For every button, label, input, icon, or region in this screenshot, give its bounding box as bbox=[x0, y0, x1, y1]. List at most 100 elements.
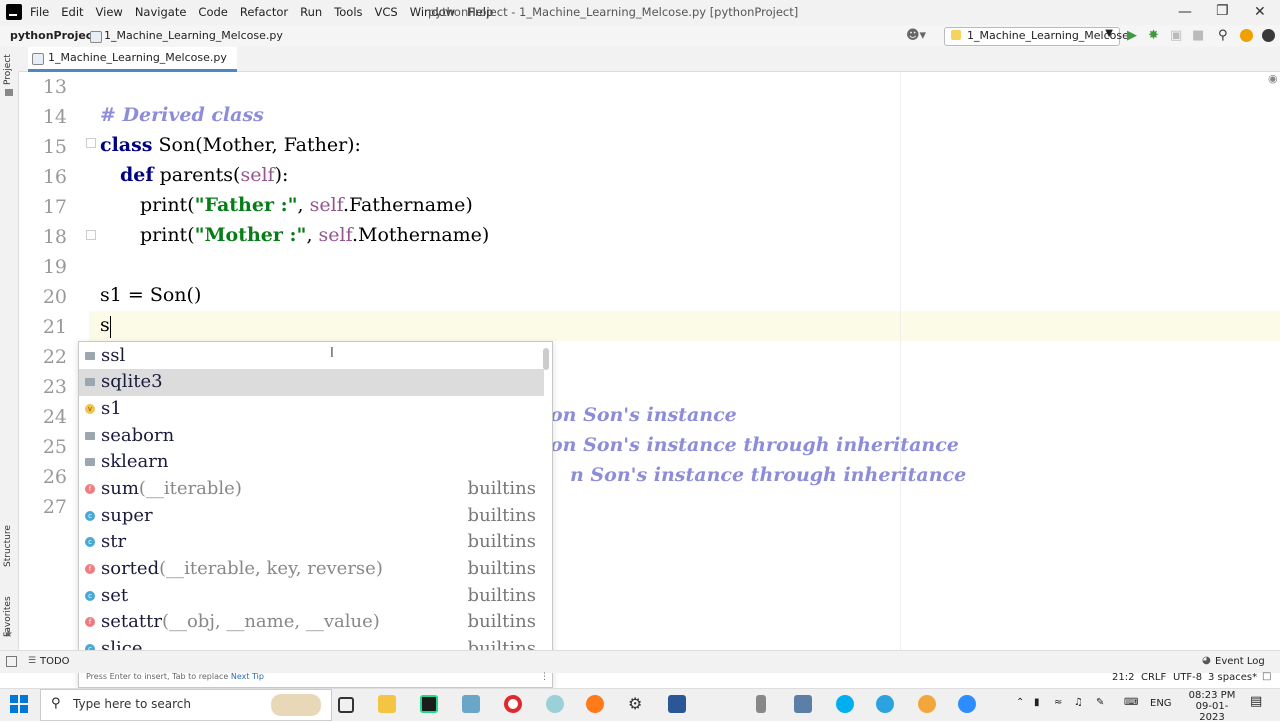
close-icon[interactable]: ✕ bbox=[1254, 4, 1266, 20]
word-icon[interactable] bbox=[668, 695, 686, 713]
breadcrumb-project[interactable]: pythonProject bbox=[10, 29, 98, 42]
completion-item[interactable]: sklearn bbox=[79, 449, 544, 476]
firefox-icon[interactable] bbox=[586, 695, 604, 713]
run-configuration-dropdown[interactable]: 1_Machine_Learning_Melcose ▼ bbox=[944, 27, 1129, 46]
text-caret bbox=[110, 316, 111, 338]
app-icon[interactable] bbox=[794, 695, 812, 713]
todo-tool-button[interactable]: TODO bbox=[40, 656, 70, 667]
menu-view[interactable]: View bbox=[96, 5, 123, 19]
completion-scrollbar[interactable] bbox=[543, 348, 549, 370]
status-encoding[interactable]: UTF-8 bbox=[1173, 672, 1202, 683]
zoom-icon[interactable] bbox=[958, 695, 976, 713]
completion-source: builtins bbox=[467, 585, 536, 606]
minimize-icon[interactable]: — bbox=[1178, 4, 1192, 20]
windows-start-icon[interactable] bbox=[10, 695, 28, 713]
completion-item[interactable]: v s1 bbox=[79, 396, 544, 423]
completion-name: set bbox=[101, 585, 129, 606]
breadcrumb-file[interactable]: 1_Machine_Learning_Melcose.py bbox=[104, 29, 283, 42]
string-literal: "Mother :" bbox=[194, 224, 307, 246]
debug-icon[interactable]: ✸ bbox=[1148, 28, 1159, 43]
star-icon: ★ bbox=[4, 629, 13, 640]
coverage-icon[interactable]: ▣ bbox=[1170, 28, 1182, 43]
completion-item[interactable]: f sum(__iterable) builtins bbox=[79, 476, 544, 503]
language-indicator[interactable]: ENG bbox=[1150, 698, 1172, 709]
menu-code[interactable]: Code bbox=[198, 5, 227, 19]
more-icon[interactable]: ⋮ bbox=[540, 672, 549, 682]
notifications-icon[interactable]: ▤ bbox=[1250, 694, 1262, 709]
stop-icon[interactable]: ■ bbox=[1192, 28, 1204, 43]
app-icon[interactable] bbox=[918, 695, 936, 713]
skype-icon[interactable] bbox=[836, 695, 854, 713]
completion-name-text: sum bbox=[101, 478, 139, 499]
menu-vcs[interactable]: VCS bbox=[375, 5, 398, 19]
module-icon bbox=[85, 352, 95, 360]
editor-tab[interactable]: 1_Machine_Learning_Melcose.py bbox=[28, 47, 237, 72]
completion-item-selected[interactable]: sqlite3 bbox=[79, 369, 544, 396]
file-explorer-icon[interactable] bbox=[378, 695, 396, 713]
variable-icon: v bbox=[85, 404, 95, 414]
pycharm-taskbar-icon[interactable] bbox=[420, 695, 438, 713]
task-view-icon[interactable] bbox=[338, 697, 354, 713]
completion-item[interactable]: f setattr(__obj, __name, __value) builtins bbox=[79, 609, 544, 636]
lock-icon[interactable]: □ bbox=[1262, 671, 1271, 682]
completion-name: sum(__iterable) bbox=[101, 478, 242, 499]
completion-item[interactable]: c set builtins bbox=[79, 583, 544, 610]
completion-args: (__iterable, key, reverse) bbox=[159, 558, 383, 579]
telegram-icon[interactable] bbox=[876, 695, 894, 713]
opera-icon[interactable] bbox=[504, 695, 522, 713]
fold-icon[interactable] bbox=[86, 230, 96, 240]
user-icon[interactable]: ☻▾ bbox=[906, 28, 926, 43]
chevron-down-icon: ▼ bbox=[1105, 28, 1113, 39]
code-comment: n Son's instance through inheritance bbox=[570, 464, 967, 486]
window-title: pythonProject - 1_Machine_Learning_Melco… bbox=[428, 5, 799, 19]
wifi-icon[interactable]: ≈ bbox=[1054, 697, 1062, 708]
settings-gear-icon[interactable]: ⚙ bbox=[628, 694, 642, 713]
class-icon: c bbox=[85, 591, 95, 601]
app-icon[interactable] bbox=[462, 695, 480, 713]
eye-icon[interactable]: ◉ bbox=[1268, 72, 1278, 85]
line-number: 23 bbox=[42, 376, 67, 398]
jetbrains-icon[interactable] bbox=[1262, 29, 1275, 42]
layout-icon[interactable] bbox=[6, 656, 17, 667]
chevron-up-icon[interactable]: ⌃ bbox=[1016, 697, 1024, 708]
completion-item[interactable]: ssl bbox=[79, 343, 544, 370]
completion-name: str bbox=[101, 531, 127, 552]
completion-name-text: sorted bbox=[101, 558, 160, 579]
code-comment: on Son's instance bbox=[550, 404, 737, 426]
code-text: parents( bbox=[153, 164, 241, 186]
menu-run[interactable]: Run bbox=[300, 5, 322, 19]
app-icon[interactable] bbox=[756, 695, 766, 713]
menu-navigate[interactable]: Navigate bbox=[135, 5, 187, 19]
menu-file[interactable]: File bbox=[30, 5, 49, 19]
code-text: , bbox=[297, 194, 310, 216]
fold-icon[interactable] bbox=[86, 138, 96, 148]
structure-tool-button[interactable]: Structure bbox=[3, 525, 13, 567]
project-tool-button[interactable]: Project bbox=[3, 54, 13, 85]
completion-item[interactable]: f sorted(__iterable, key, reverse) builtin… bbox=[79, 556, 544, 583]
search-icon[interactable]: ⚲ bbox=[1218, 28, 1228, 43]
status-position[interactable]: 21:2 bbox=[1112, 672, 1134, 683]
completion-item[interactable]: c super builtins bbox=[79, 503, 544, 530]
clock[interactable]: 08:23 PM 09-01-2023 bbox=[1184, 690, 1240, 723]
taskbar-search-box[interactable]: ⚲ Type here to search bbox=[40, 689, 332, 721]
status-indent[interactable]: 3 spaces* bbox=[1208, 672, 1257, 683]
status-line-separator[interactable]: CRLF bbox=[1141, 672, 1166, 683]
app-icon[interactable] bbox=[546, 695, 564, 713]
next-tip-link[interactable]: Next Tip bbox=[231, 672, 264, 681]
menu-refactor[interactable]: Refactor bbox=[240, 5, 288, 19]
code-line-15: class Son(Mother, Father): bbox=[100, 134, 361, 156]
line-number: 14 bbox=[42, 106, 67, 128]
pen-icon[interactable]: ✎ bbox=[1096, 697, 1104, 708]
menu-edit[interactable]: Edit bbox=[61, 5, 83, 19]
volume-icon[interactable]: ♫ bbox=[1074, 697, 1083, 708]
completion-item[interactable]: c str builtins bbox=[79, 529, 544, 556]
run-icon[interactable]: ▶ bbox=[1127, 28, 1137, 43]
completion-source: builtins bbox=[467, 531, 536, 552]
menu-tools[interactable]: Tools bbox=[334, 5, 362, 19]
battery-icon[interactable]: ▮ bbox=[1034, 697, 1040, 708]
maximize-icon[interactable]: ❐ bbox=[1216, 3, 1229, 19]
event-log-button[interactable]: Event Log bbox=[1215, 656, 1265, 667]
completion-item[interactable]: seaborn bbox=[79, 423, 544, 450]
update-icon[interactable] bbox=[1240, 29, 1253, 42]
keyboard-icon[interactable]: ⌨ bbox=[1124, 697, 1138, 708]
